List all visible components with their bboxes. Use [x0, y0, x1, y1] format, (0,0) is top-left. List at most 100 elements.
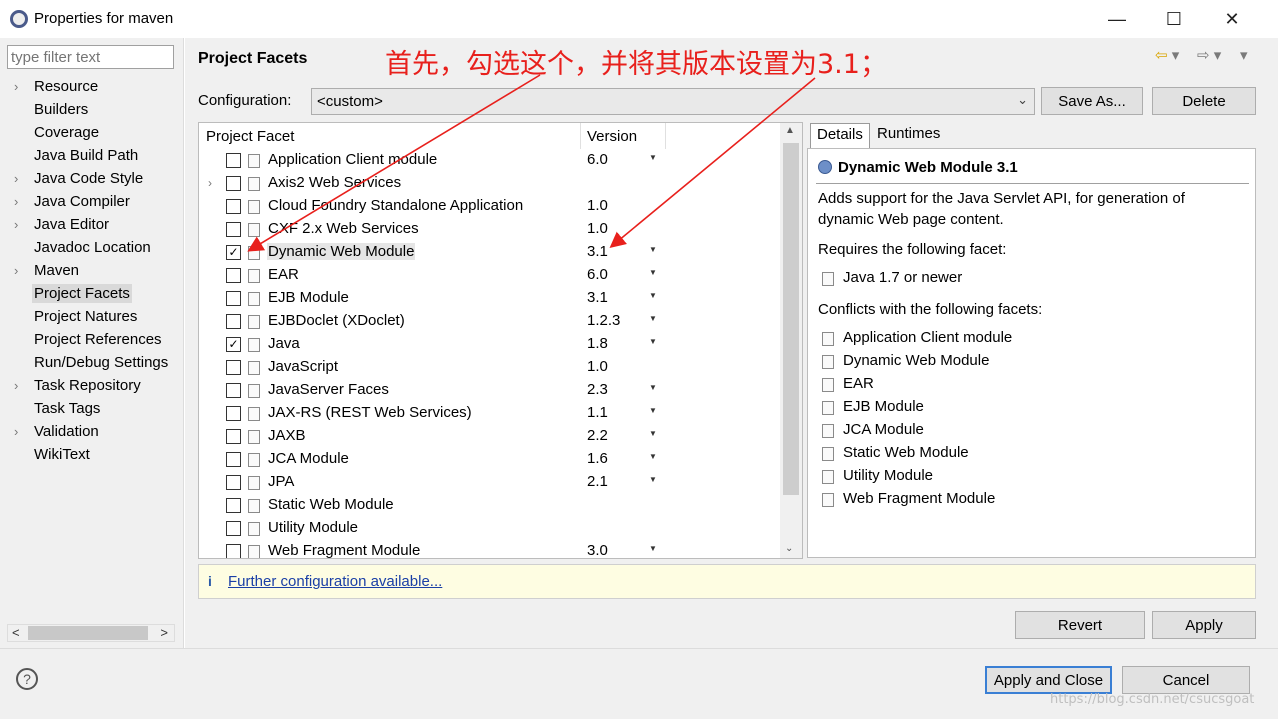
version-dropdown-icon[interactable]: ▼ — [649, 429, 657, 438]
apply-and-close-button[interactable]: Apply and Close — [985, 666, 1112, 694]
scroll-up-icon[interactable]: ▲ — [785, 125, 795, 136]
tab-runtimes[interactable]: Runtimes — [871, 123, 946, 148]
facet-checkbox[interactable] — [226, 452, 241, 467]
facet-row[interactable]: JPA 2.1 ▼ — [199, 472, 779, 495]
facet-row[interactable]: Application Client module 6.0 ▼ — [199, 150, 779, 173]
facet-version[interactable]: 2.2 — [587, 427, 608, 444]
facet-checkbox[interactable]: ✓ — [226, 337, 241, 352]
tree-item[interactable]: Java Build Path — [0, 145, 184, 168]
facet-row[interactable]: Web Fragment Module 3.0 ▼ — [199, 541, 779, 558]
tree-item[interactable]: › Maven — [0, 260, 184, 283]
facet-row[interactable]: EJBDoclet (XDoclet) 1.2.3 ▼ — [199, 311, 779, 334]
version-dropdown-icon[interactable]: ▼ — [649, 544, 657, 553]
cancel-button[interactable]: Cancel — [1122, 666, 1250, 694]
version-dropdown-icon[interactable]: ▼ — [649, 406, 657, 415]
tree-item[interactable]: Project References — [0, 329, 184, 352]
help-icon[interactable]: ? — [16, 668, 38, 690]
tab-details[interactable]: Details — [810, 123, 870, 148]
facet-version[interactable]: 1.0 — [587, 220, 608, 237]
expand-arrow-icon[interactable]: › — [14, 424, 18, 439]
facet-row[interactable]: EAR 6.0 ▼ — [199, 265, 779, 288]
apply-button[interactable]: Apply — [1152, 611, 1256, 639]
version-dropdown-icon[interactable]: ▼ — [649, 153, 657, 162]
facet-row[interactable]: Cloud Foundry Standalone Application 1.0 — [199, 196, 779, 219]
facet-row[interactable]: JAXB 2.2 ▼ — [199, 426, 779, 449]
expand-arrow-icon[interactable]: › — [14, 79, 18, 94]
expand-arrow-icon[interactable]: › — [14, 217, 18, 232]
scroll-thumb[interactable] — [783, 143, 799, 495]
delete-button[interactable]: Delete — [1152, 87, 1256, 115]
facet-checkbox[interactable] — [226, 498, 241, 513]
version-dropdown-icon[interactable]: ▼ — [649, 314, 657, 323]
facet-checkbox[interactable] — [226, 176, 241, 191]
facet-checkbox[interactable] — [226, 291, 241, 306]
minimize-button[interactable]: — — [1094, 0, 1140, 38]
tree-item[interactable]: › Java Code Style — [0, 168, 184, 191]
version-dropdown-icon[interactable]: ▼ — [649, 452, 657, 461]
facet-checkbox[interactable] — [226, 544, 241, 558]
facet-checkbox[interactable] — [226, 475, 241, 490]
facet-checkbox[interactable] — [226, 429, 241, 444]
filter-input[interactable] — [7, 45, 174, 69]
tree-item[interactable]: Javadoc Location — [0, 237, 184, 260]
tree-item[interactable]: › Java Editor — [0, 214, 184, 237]
further-config-link[interactable]: Further configuration available... — [228, 573, 442, 590]
tree-item[interactable]: Task Tags — [0, 398, 184, 421]
version-dropdown-icon[interactable]: ▼ — [649, 291, 657, 300]
facet-checkbox[interactable] — [226, 360, 241, 375]
facet-version[interactable]: 1.2.3 — [587, 312, 620, 329]
facet-version[interactable]: 3.0 — [587, 542, 608, 558]
forward-arrow-icon[interactable]: ⇨ ▾ — [1197, 46, 1221, 64]
version-dropdown-icon[interactable]: ▼ — [649, 383, 657, 392]
facet-checkbox[interactable] — [226, 199, 241, 214]
tree-item[interactable]: › Java Compiler — [0, 191, 184, 214]
facet-checkbox[interactable] — [226, 222, 241, 237]
version-dropdown-icon[interactable]: ▼ — [649, 475, 657, 484]
facet-row[interactable]: JCA Module 1.6 ▼ — [199, 449, 779, 472]
save-as-button[interactable]: Save As... — [1041, 87, 1143, 115]
facet-row[interactable]: ✓ Java 1.8 ▼ — [199, 334, 779, 357]
facet-version[interactable]: 1.0 — [587, 358, 608, 375]
back-arrow-icon[interactable]: ⇦ ▾ — [1155, 46, 1179, 64]
facet-version[interactable]: 1.8 — [587, 335, 608, 352]
facet-version[interactable]: 1.1 — [587, 404, 608, 421]
facet-version[interactable]: 3.1 — [587, 289, 608, 306]
scroll-down-icon[interactable]: ⌄ — [785, 543, 793, 554]
tree-item[interactable]: WikiText — [0, 444, 184, 467]
scroll-left-icon[interactable]: < — [12, 625, 20, 640]
close-button[interactable]: ✕ — [1209, 0, 1255, 38]
facet-checkbox[interactable] — [226, 406, 241, 421]
facet-row[interactable]: Static Web Module — [199, 495, 779, 518]
version-dropdown-icon[interactable]: ▼ — [649, 268, 657, 277]
expand-arrow-icon[interactable]: › — [14, 378, 18, 393]
facet-vertical-scrollbar[interactable]: ▲ ⌄ — [780, 123, 802, 558]
expand-arrow-icon[interactable]: › — [14, 263, 18, 278]
facet-version[interactable]: 6.0 — [587, 266, 608, 283]
tree-horizontal-scrollbar[interactable]: < > — [7, 624, 175, 642]
expand-arrow-icon[interactable]: › — [208, 176, 212, 190]
facet-checkbox[interactable]: ✓ — [226, 245, 241, 260]
tree-item[interactable]: Project Facets — [0, 283, 184, 306]
tree-item[interactable]: › Task Repository — [0, 375, 184, 398]
facet-row[interactable]: › Axis2 Web Services — [199, 173, 779, 196]
facet-row[interactable]: CXF 2.x Web Services 1.0 — [199, 219, 779, 242]
tree-item[interactable]: Coverage — [0, 122, 184, 145]
tree-item[interactable]: › Resource — [0, 76, 184, 99]
facet-checkbox[interactable] — [226, 268, 241, 283]
view-menu-icon[interactable]: ▾ — [1240, 46, 1248, 64]
facet-checkbox[interactable] — [226, 153, 241, 168]
facet-row[interactable]: Utility Module — [199, 518, 779, 541]
column-header-version[interactable]: Version — [587, 128, 637, 145]
maximize-button[interactable]: ☐ — [1151, 0, 1197, 38]
scroll-right-icon[interactable]: > — [160, 625, 168, 640]
facet-row[interactable]: ✓ Dynamic Web Module 3.1 ▼ — [199, 242, 779, 265]
tree-item[interactable]: Run/Debug Settings — [0, 352, 184, 375]
revert-button[interactable]: Revert — [1015, 611, 1145, 639]
facet-version[interactable]: 1.0 — [587, 197, 608, 214]
facet-version[interactable]: 2.3 — [587, 381, 608, 398]
facet-version[interactable]: 3.1 — [587, 243, 608, 260]
configuration-select[interactable]: <custom> ⌄ — [311, 88, 1035, 115]
facet-checkbox[interactable] — [226, 383, 241, 398]
version-dropdown-icon[interactable]: ▼ — [649, 337, 657, 346]
facet-version[interactable]: 2.1 — [587, 473, 608, 490]
